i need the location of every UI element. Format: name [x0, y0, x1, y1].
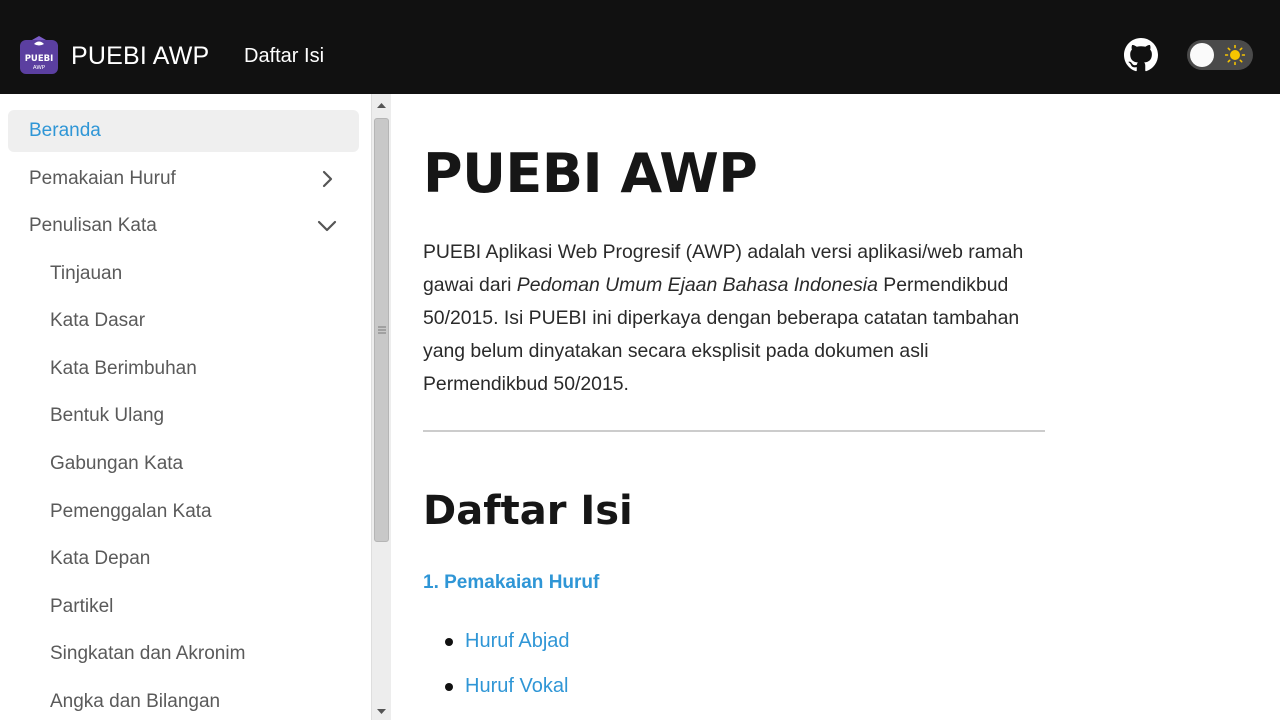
intro-paragraph: PUEBI Aplikasi Web Progresif (AWP) adala… [423, 236, 1048, 401]
chevron-down-icon[interactable] [317, 216, 337, 236]
sidebar-item-penulisan-kata[interactable]: Penulisan Kata [8, 205, 359, 247]
sidebar: Beranda Pemakaian Huruf Penulisan Kata T… [0, 94, 371, 720]
toggle-knob [1190, 43, 1214, 67]
sidebar-item-singkatan-dan-akronim[interactable]: Singkatan dan Akronim [8, 633, 359, 675]
sidebar-item-label: Beranda [29, 120, 101, 141]
sidebar-item-gabungan-kata[interactable]: Gabungan Kata [8, 443, 359, 485]
sidebar-item-label: Tinjauan [50, 263, 123, 284]
chevron-right-icon[interactable] [317, 169, 337, 189]
sidebar-item-label: Penulisan Kata [29, 215, 157, 236]
scroll-up-arrow-icon[interactable] [372, 100, 391, 112]
theme-toggle[interactable] [1187, 40, 1253, 70]
svg-text:PUEBI: PUEBI [25, 54, 54, 64]
sidebar-item-label: Kata Depan [50, 548, 151, 569]
list-item: Huruf Vokal [445, 675, 568, 698]
list-item: Huruf Abjad [445, 630, 570, 653]
sidebar-item-label: Bentuk Ulang [50, 405, 165, 426]
toc-section-link-pemakaian-huruf[interactable]: 1. Pemakaian Huruf [423, 572, 599, 594]
bullet [445, 682, 453, 691]
sidebar-item-label: Pemakaian Huruf [29, 168, 176, 189]
sidebar-item-partikel[interactable]: Partikel [8, 586, 359, 628]
scrollbar-thumb[interactable] [374, 118, 389, 542]
sidebar-item-label: Gabungan Kata [50, 453, 184, 474]
sidebar-item-label: Partikel [50, 596, 114, 617]
sidebar-item-tinjauan[interactable]: Tinjauan [8, 253, 359, 295]
sidebar-item-beranda[interactable]: Beranda [8, 110, 359, 152]
sidebar-scrollbar[interactable] [371, 94, 391, 720]
sidebar-item-pemakaian-huruf[interactable]: Pemakaian Huruf [8, 158, 359, 200]
toc-link-huruf-vokal[interactable]: Huruf Vokal [465, 675, 568, 698]
main-content: PUEBI AWP PUEBI Aplikasi Web Progresif (… [423, 94, 1063, 720]
github-icon[interactable] [1124, 38, 1158, 72]
scroll-down-arrow-icon[interactable] [372, 705, 391, 717]
brand-title[interactable]: PUEBI AWP [71, 40, 209, 72]
toc-heading: Daftar Isi [423, 488, 633, 534]
nav-link-daftar-isi[interactable]: Daftar Isi [244, 43, 324, 69]
sidebar-item-label: Angka dan Bilangan [50, 691, 221, 712]
sidebar-item-bentuk-ulang[interactable]: Bentuk Ulang [8, 395, 359, 437]
svg-text:AWP: AWP [33, 65, 46, 71]
sidebar-item-pemenggalan-kata[interactable]: Pemenggalan Kata [8, 491, 359, 533]
sidebar-item-kata-dasar[interactable]: Kata Dasar [8, 300, 359, 342]
sidebar-item-label: Kata Berimbuhan [50, 358, 197, 379]
sun-icon [1225, 45, 1245, 65]
puebi-logo-icon[interactable]: PUEBI AWP [20, 36, 58, 74]
page-title: PUEBI AWP [423, 142, 758, 205]
sidebar-item-label: Pemenggalan Kata [50, 501, 212, 522]
toc-link-huruf-abjad[interactable]: Huruf Abjad [465, 630, 570, 653]
sidebar-item-kata-depan[interactable]: Kata Depan [8, 538, 359, 580]
bullet [445, 637, 453, 646]
sidebar-item-label: Kata Dasar [50, 310, 146, 331]
top-navbar: PUEBI AWP PUEBI AWP Daftar Isi [0, 0, 1280, 94]
sidebar-item-label: Singkatan dan Akronim [50, 643, 246, 664]
grip-icon [378, 326, 386, 334]
divider [423, 430, 1045, 432]
sidebar-item-kata-berimbuhan[interactable]: Kata Berimbuhan [8, 348, 359, 390]
intro-text-italic: Pedoman Umum Ejaan Bahasa Indonesia [516, 274, 878, 296]
sidebar-item-angka-dan-bilangan[interactable]: Angka dan Bilangan [8, 681, 359, 720]
